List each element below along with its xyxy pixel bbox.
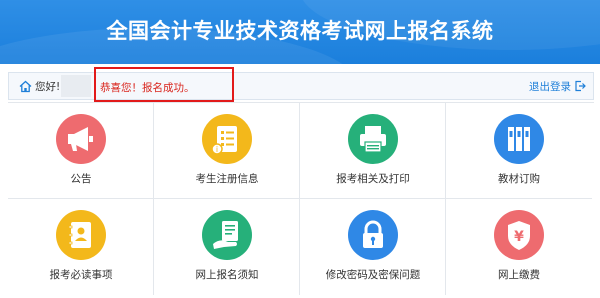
page-header: 全国会计专业技术资格考试网上报名系统: [0, 0, 600, 64]
menu-item-announcements[interactable]: 公告: [8, 103, 154, 199]
menu-item-password[interactable]: 修改密码及密保问题: [300, 199, 446, 295]
menu-item-required-reading[interactable]: 报考必读事项: [8, 199, 154, 295]
menu-item-print[interactable]: 报考相关及打印: [300, 103, 446, 199]
home-icon[interactable]: [19, 80, 32, 93]
megaphone-icon: [68, 127, 93, 151]
menu-item-icon-bg: [348, 210, 398, 260]
registration-form-icon: i: [211, 126, 237, 155]
menu-item-label: 网上报名须知: [195, 269, 259, 281]
menu-item-label: 考生注册信息: [195, 173, 259, 185]
menu-item-icon-bg: ¥: [494, 210, 544, 260]
payment-shield-icon: ¥: [508, 221, 530, 250]
logout-icon[interactable]: [574, 80, 586, 92]
username-redacted: [61, 75, 91, 97]
online-signup-icon: [213, 221, 238, 249]
greeting-text: 您好!: [35, 81, 61, 93]
menu-item-label: 公告: [70, 173, 92, 185]
books-icon: [508, 127, 530, 151]
menu-item-label: 修改密码及密保问题: [325, 269, 421, 281]
menu-item-signup-notice[interactable]: 网上报名须知: [154, 199, 300, 295]
menu-item-registration-info[interactable]: i 考生注册信息: [154, 103, 300, 199]
printer-icon: [360, 126, 386, 153]
menu-item-label: 网上缴费: [498, 269, 540, 281]
page-title: 全国会计专业技术资格考试网上报名系统: [106, 19, 494, 43]
menu-item-label: 报考必读事项: [49, 269, 113, 281]
menu-item-icon-bg: i: [202, 114, 252, 164]
notebook-icon: [68, 222, 91, 248]
menu-item-icon-bg: [56, 114, 106, 164]
menu-item-label: 报考相关及打印: [336, 173, 410, 185]
menu-item-textbooks[interactable]: 教材订购: [446, 103, 592, 199]
menu-item-icon-bg: [348, 114, 398, 164]
success-message: 恭喜您！报名成功。: [100, 82, 195, 94]
logout-link[interactable]: 退出登录: [529, 79, 571, 94]
svg-text:¥: ¥: [514, 229, 524, 245]
menu-item-label: 教材订购: [498, 173, 540, 185]
menu-item-icon-bg: [56, 210, 106, 260]
menu-item-payment[interactable]: ¥ 网上缴费: [446, 199, 592, 295]
menu-grid: 公告 i 考生注册信息 报考相关及打印 教材订购 报考必读事项 网上报名须知 修…: [8, 102, 594, 298]
svg-text:i: i: [216, 145, 218, 154]
lock-icon: [363, 220, 383, 248]
menu-item-icon-bg: [494, 114, 544, 164]
menu-item-icon-bg: [202, 210, 252, 260]
